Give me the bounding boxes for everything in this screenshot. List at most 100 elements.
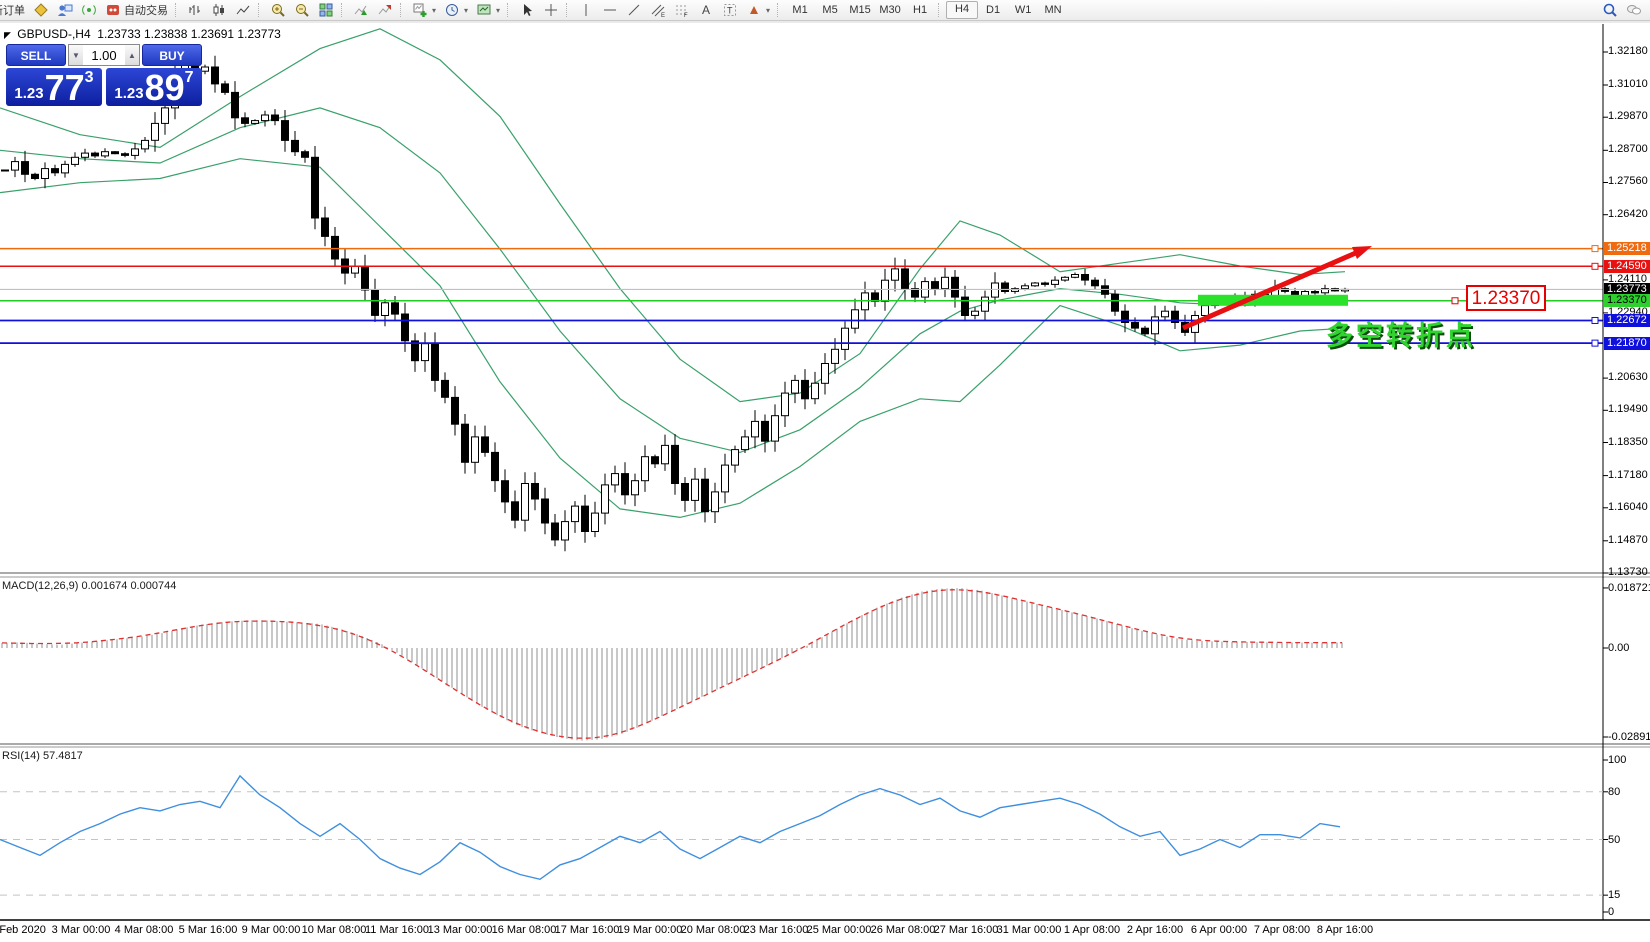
tile-windows-button[interactable] xyxy=(314,1,338,19)
buy-price-panel[interactable]: 1.23 89 7 xyxy=(106,68,202,106)
price-box-handle[interactable] xyxy=(1451,297,1459,305)
auto-trading-button[interactable]: 自动交易 xyxy=(101,1,172,19)
market-watch-button[interactable] xyxy=(29,1,53,19)
sell-button[interactable]: SELL xyxy=(6,44,66,66)
fibonacci-icon: F xyxy=(674,2,690,19)
timeframe-button-M1[interactable]: M1 xyxy=(785,2,815,18)
price-level-text-box[interactable]: 1.23370 xyxy=(1466,285,1546,311)
toolbar-separator xyxy=(566,3,571,17)
time-axis-label: 27 Mar 16:00 xyxy=(933,924,999,936)
candlestick xyxy=(921,281,929,298)
rsi-axis-label: 50 xyxy=(1608,834,1621,846)
timeframe-button-MN[interactable]: MN xyxy=(1038,2,1068,18)
auto-scroll-button[interactable] xyxy=(349,1,373,19)
time-axis-label: 2 Apr 16:00 xyxy=(1126,924,1184,936)
sell-price-prefix: 1.23 xyxy=(14,85,44,102)
candlestick xyxy=(81,152,89,158)
terminal-button[interactable] xyxy=(53,1,77,19)
dropdown-caret: ▾ xyxy=(496,5,501,15)
fibonacci-tool-button[interactable]: F xyxy=(670,1,694,19)
candlestick xyxy=(571,505,579,523)
arrows-icon xyxy=(746,2,762,18)
price-tag: 1.23370 xyxy=(1604,294,1650,307)
crosshair-tool-button[interactable] xyxy=(539,1,563,19)
periods-button[interactable]: ▾ xyxy=(440,1,472,19)
time-axis-label: 17 Mar 16:00 xyxy=(554,924,620,936)
candlestick xyxy=(1131,322,1139,329)
candlestick xyxy=(821,363,829,384)
mt4-window: 新订单 自动交易 ▾ ▾ ▾ E F A T ▾ xyxy=(0,0,1650,942)
candlestick xyxy=(811,382,819,400)
chart-shift-button[interactable] xyxy=(373,1,397,19)
new-order-button[interactable]: 新订单 xyxy=(0,1,29,19)
main-pane xyxy=(0,28,1349,552)
candlestick xyxy=(1201,305,1209,317)
price-axis-tick: 1.31010 xyxy=(1608,78,1648,90)
volume-value[interactable]: 1.00 xyxy=(83,48,125,63)
text-tool-button[interactable]: A xyxy=(694,1,718,19)
candlestick xyxy=(911,288,919,298)
toolbar-right xyxy=(1602,2,1650,18)
cursor-tool-button[interactable] xyxy=(515,1,539,19)
candlestick xyxy=(351,265,359,274)
candlestick xyxy=(771,415,779,442)
candlestick xyxy=(951,276,959,298)
candlestick xyxy=(901,268,909,290)
time-axis-label: 11 Mar 16:00 xyxy=(364,924,430,936)
candlestick xyxy=(71,156,79,165)
candlestick xyxy=(611,473,619,486)
candlestick xyxy=(941,276,949,290)
volume-up-button[interactable]: ▲ xyxy=(125,45,139,65)
timeframe-button-M30[interactable]: M30 xyxy=(875,2,905,18)
search-icon[interactable] xyxy=(1602,2,1618,18)
horizontal-line-tool-button[interactable] xyxy=(598,1,622,19)
trendline-tool-button[interactable] xyxy=(622,1,646,19)
candlestick xyxy=(1291,291,1299,297)
candlestick xyxy=(631,480,639,496)
bar-chart-button[interactable] xyxy=(183,1,207,19)
vertical-line-tool-button[interactable] xyxy=(574,1,598,19)
candlestick xyxy=(1111,293,1119,312)
volume-down-button[interactable]: ▼ xyxy=(69,45,83,65)
zoom-out-button[interactable] xyxy=(290,1,314,19)
green-highlight-bar[interactable] xyxy=(1198,294,1348,306)
timeframe-button-M5[interactable]: M5 xyxy=(815,2,845,18)
new-chart-button[interactable]: ▾ xyxy=(408,1,440,19)
timeframe-button-D1[interactable]: D1 xyxy=(978,2,1008,18)
sell-price-panel[interactable]: 1.23 77 3 xyxy=(6,68,102,106)
strategy-tester-button[interactable] xyxy=(77,1,101,19)
chat-icon[interactable] xyxy=(1626,2,1642,18)
candlestick xyxy=(541,498,549,524)
candlestick xyxy=(501,480,509,503)
buy-button[interactable]: BUY xyxy=(142,44,202,66)
volume-stepper[interactable]: ▼ 1.00 ▲ xyxy=(68,44,140,66)
line-handle[interactable] xyxy=(1591,339,1599,347)
candlestick xyxy=(431,343,439,381)
candlestick xyxy=(1011,288,1019,292)
chart-marker-icon: ◤ xyxy=(4,30,11,40)
templates-button[interactable]: ▾ xyxy=(472,1,504,19)
candlestick xyxy=(311,156,319,219)
macd-value-main: 0.001674 xyxy=(81,580,128,592)
timeframe-button-W1[interactable]: W1 xyxy=(1008,2,1038,18)
macd-axis-label: 0.00 xyxy=(1608,642,1630,654)
line-handle[interactable] xyxy=(1591,316,1599,324)
label-tool-button[interactable]: T xyxy=(718,1,742,19)
toolbar-separator xyxy=(777,3,782,17)
zoom-in-button[interactable] xyxy=(266,1,290,19)
arrows-tool-button[interactable]: ▾ xyxy=(742,1,774,19)
candlestick xyxy=(1121,310,1129,324)
timeframe-button-H1[interactable]: H1 xyxy=(905,2,935,18)
channel-tool-button[interactable]: E xyxy=(646,1,670,19)
chart-quote-line: ◤ GBPUSD-,H4 1.23733 1.23838 1.23691 1.2… xyxy=(4,27,281,41)
line-chart-button[interactable] xyxy=(231,1,255,19)
candlestick-chart-button[interactable] xyxy=(207,1,231,19)
line-handle[interactable] xyxy=(1591,245,1599,253)
timeframe-button-H4[interactable]: H4 xyxy=(946,1,979,19)
timeframe-button-M15[interactable]: M15 xyxy=(845,2,875,18)
line-handle[interactable] xyxy=(1591,262,1599,270)
candlestick xyxy=(111,151,119,155)
candlestick xyxy=(651,456,659,465)
rsi-axis-label: 15 xyxy=(1608,889,1621,901)
turning-point-annotation[interactable]: 多空转折点 xyxy=(1326,314,1476,353)
